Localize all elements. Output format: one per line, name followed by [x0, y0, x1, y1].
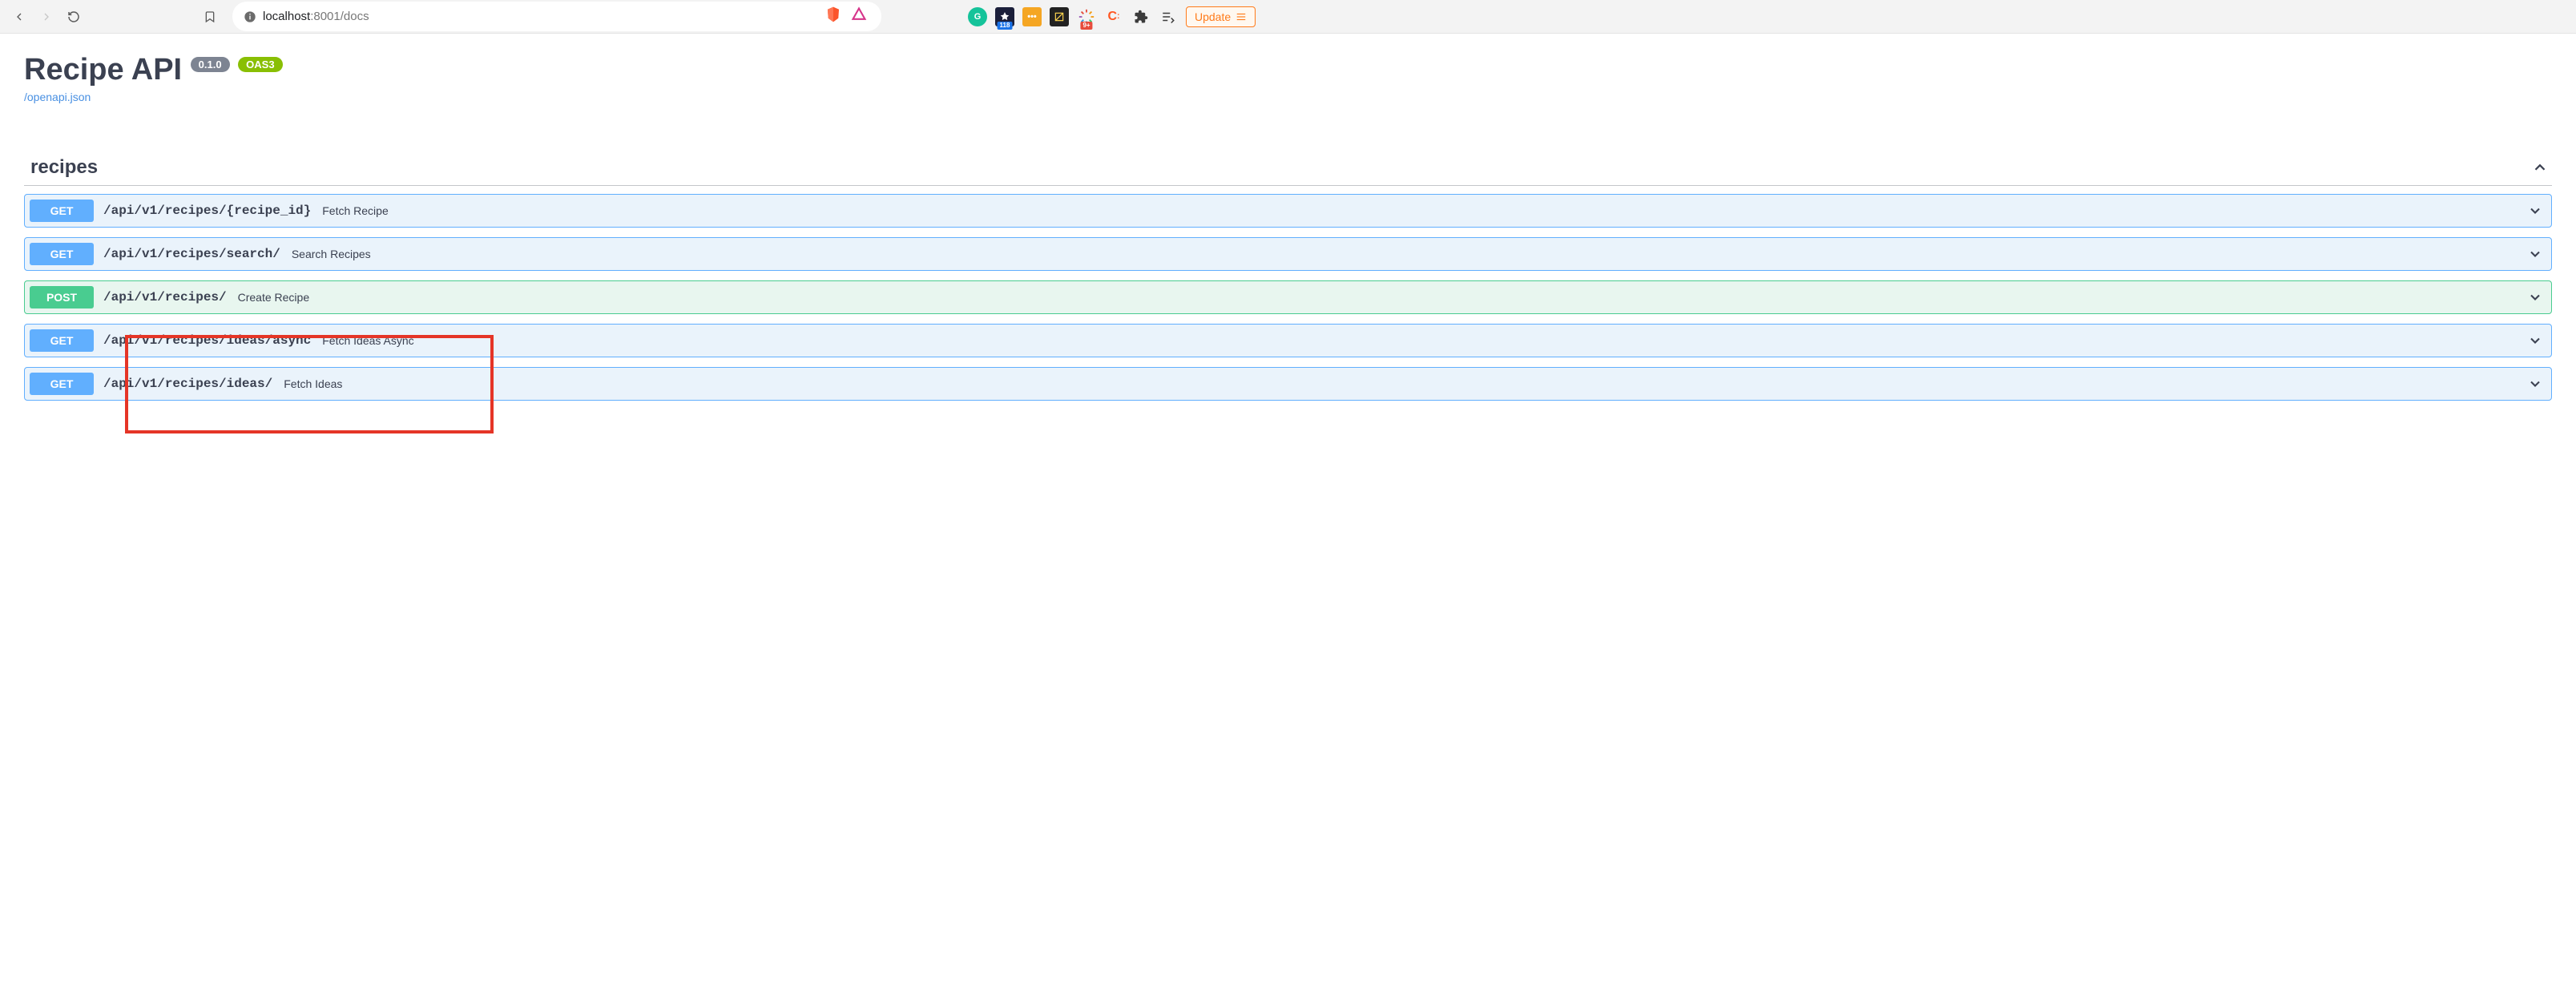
- operation-fetch-ideas-async[interactable]: GET /api/v1/recipes/ideas/async Fetch Id…: [24, 324, 2552, 357]
- extension-badge-9plus: 9+: [1080, 22, 1092, 30]
- operation-summary: Fetch Ideas: [284, 377, 342, 390]
- operation-summary: Create Recipe: [238, 291, 310, 304]
- brave-rewards-icon[interactable]: [851, 6, 867, 26]
- extension-box-icon[interactable]: [1050, 7, 1069, 26]
- operation-fetch-ideas[interactable]: GET /api/v1/recipes/ideas/ Fetch Ideas: [24, 367, 2552, 401]
- tag-name: recipes: [30, 156, 98, 179]
- bookmark-icon[interactable]: [202, 9, 218, 25]
- address-bar-right: [825, 6, 870, 27]
- extensions-area: G 118 ••• 9+ C: Update: [968, 6, 1256, 27]
- operation-summary: Search Recipes: [292, 248, 371, 260]
- forward-button[interactable]: [38, 9, 54, 25]
- api-header: Recipe API 0.1.0 OAS3: [24, 53, 2552, 87]
- operation-search-recipes[interactable]: GET /api/v1/recipes/search/ Search Recip…: [24, 237, 2552, 271]
- operation-create-recipe[interactable]: POST /api/v1/recipes/ Create Recipe: [24, 280, 2552, 314]
- http-method-badge: GET: [30, 329, 94, 352]
- extension-dark-icon[interactable]: 118: [995, 7, 1014, 26]
- operation-summary: Fetch Ideas Async: [322, 334, 413, 347]
- page-content: Recipe API 0.1.0 OAS3 /openapi.json reci…: [0, 34, 2576, 420]
- chevron-down-icon: [2527, 246, 2543, 262]
- operations-list: GET /api/v1/recipes/{recipe_id} Fetch Re…: [24, 194, 2552, 401]
- extensions-menu-icon[interactable]: [1131, 7, 1151, 26]
- nav-buttons: [11, 9, 82, 25]
- brave-shields-icon[interactable]: [825, 6, 841, 27]
- http-method-badge: GET: [30, 200, 94, 222]
- grammarly-icon[interactable]: G: [968, 7, 987, 26]
- extension-c-icon[interactable]: C:: [1104, 7, 1123, 26]
- operation-path: /api/v1/recipes/ideas/async: [103, 333, 311, 348]
- chevron-down-icon: [2527, 333, 2543, 349]
- operation-path: /api/v1/recipes/ideas/: [103, 377, 272, 391]
- http-method-badge: GET: [30, 373, 94, 395]
- site-info-icon[interactable]: [244, 10, 256, 23]
- http-method-badge: GET: [30, 243, 94, 265]
- tag-section-recipes: recipes GET /api/v1/recipes/{recipe_id} …: [24, 150, 2552, 401]
- browser-toolbar: localhost:8001/docs G 118 ••• 9+ C:: [0, 0, 2576, 34]
- version-badge: 0.1.0: [191, 57, 230, 72]
- http-method-badge: POST: [30, 286, 94, 308]
- chevron-down-icon: [2527, 289, 2543, 305]
- extension-orange-icon[interactable]: •••: [1022, 7, 1042, 26]
- chevron-down-icon: [2527, 376, 2543, 392]
- operation-path: /api/v1/recipes/search/: [103, 247, 280, 261]
- reading-list-icon[interactable]: [1159, 7, 1178, 26]
- operation-path: /api/v1/recipes/{recipe_id}: [103, 204, 311, 218]
- reload-button[interactable]: [66, 9, 82, 25]
- operation-fetch-recipe[interactable]: GET /api/v1/recipes/{recipe_id} Fetch Re…: [24, 194, 2552, 228]
- extension-badge-118: 118: [998, 22, 1013, 30]
- chevron-down-icon: [2527, 203, 2543, 219]
- operation-summary: Fetch Recipe: [322, 204, 388, 217]
- back-button[interactable]: [11, 9, 27, 25]
- chevron-up-icon: [2531, 159, 2549, 176]
- tag-header[interactable]: recipes: [24, 150, 2552, 186]
- update-label: Update: [1195, 10, 1231, 23]
- url-text: localhost:8001/docs: [263, 10, 369, 23]
- extension-sun-icon[interactable]: 9+: [1077, 7, 1096, 26]
- oas-badge: OAS3: [238, 57, 282, 72]
- openapi-json-link[interactable]: /openapi.json: [24, 91, 91, 103]
- address-bar[interactable]: localhost:8001/docs: [232, 2, 881, 31]
- api-title: Recipe API 0.1.0 OAS3: [24, 53, 283, 87]
- operation-path: /api/v1/recipes/: [103, 290, 227, 304]
- update-button[interactable]: Update: [1186, 6, 1256, 27]
